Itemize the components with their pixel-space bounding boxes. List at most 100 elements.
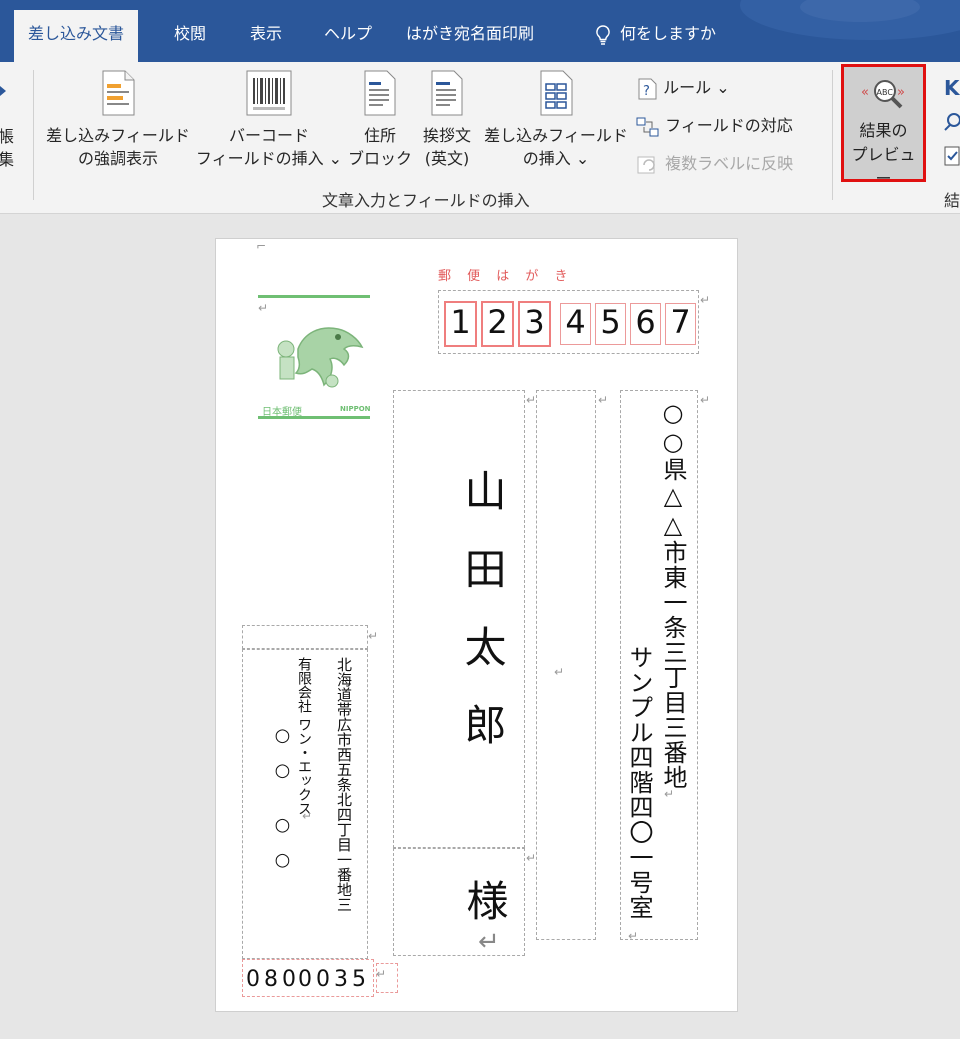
insert-field-label-2: の挿入 ⌄ — [522, 149, 590, 168]
preview-results-label-2: プレビュー — [851, 145, 916, 188]
barcode-label-1: バーコード — [228, 126, 309, 145]
greeting-label-2: (英文) — [424, 149, 470, 168]
recipient-honorific: 様 — [460, 879, 509, 921]
paragraph-mark: ↵ — [700, 293, 711, 307]
recipient-name: 山田太郎 — [458, 469, 507, 781]
tab-mailings[interactable]: 差し込み文書 — [14, 10, 139, 62]
svg-text:ABC: ABC — [876, 88, 893, 97]
check-errors-icon[interactable] — [944, 146, 960, 168]
lightbulb-icon — [596, 24, 610, 45]
svg-text:»: » — [897, 85, 905, 100]
highlight-fields-label-2: の強調表示 — [77, 149, 158, 168]
address-block-icon — [364, 70, 396, 116]
paragraph-mark: ↵ — [376, 967, 387, 981]
stamp-top-line — [258, 295, 370, 298]
paragraph-mark: ↵ — [700, 393, 711, 407]
barcode-label-2: フィールドの挿入 ⌄ — [195, 149, 343, 168]
stamp-text-nippon: NIPPON — [340, 405, 371, 413]
ribbon: 帳 集 差し込みフィールド の強調表示 バーコード フィールドの挿入 ⌄ 住所 … — [0, 62, 960, 214]
tab-view[interactable]: 表示 — [236, 12, 296, 62]
paragraph-mark: ↵ — [554, 665, 565, 679]
postcard-page: ⌐ 郵 便 は が き ↵ 日本郵便 NIPPON ↵ 1 2 3 4 5 6 … — [216, 239, 737, 1011]
tab-help[interactable]: ヘルプ — [310, 12, 386, 62]
update-labels-icon — [637, 156, 655, 173]
zip-digit: 4 — [565, 303, 586, 341]
paragraph-mark: ↵ — [526, 851, 537, 865]
svg-text:«: « — [861, 85, 869, 100]
paragraph-mark: ↵ — [258, 301, 269, 315]
tab-postcard-print[interactable]: はがき宛名面印刷 — [392, 12, 548, 62]
highlight-fields-label-1: 差し込みフィールド — [46, 126, 190, 145]
recipient-address-line2: サンプル四階四〇一号室 — [625, 645, 653, 920]
edit-recipient-label: 帳 — [0, 127, 15, 146]
barcode-field-button[interactable]: バーコード フィールドの挿入 ⌄ — [194, 70, 344, 170]
paragraph-mark: ↵ — [368, 629, 379, 643]
arrow-icon — [0, 86, 6, 96]
highlight-merge-fields-button[interactable]: 差し込みフィールド の強調表示 — [42, 70, 194, 170]
greeting-line-button[interactable]: 挨拶文 (英文) — [414, 70, 480, 170]
tab-review[interactable]: 校閲 — [160, 12, 220, 62]
zip-digit: 2 — [487, 303, 508, 341]
group-label-write-insert: 文章入力とフィールドの挿入 — [322, 191, 530, 210]
rules-button[interactable]: ? ルール ⌄ — [636, 74, 730, 100]
group-separator — [832, 70, 833, 200]
paragraph-mark: ↵ — [598, 393, 609, 407]
recipient-address-line1: ○○県△△市東一条三丁目三番地 — [659, 399, 687, 790]
paragraph-mark: ↵ — [302, 809, 313, 823]
greeting-label-1: 挨拶文 — [422, 126, 471, 145]
address-block-button[interactable]: 住所 ブロック — [348, 70, 412, 170]
zip-digit: 6 — [635, 303, 656, 341]
greeting-line-icon — [431, 70, 463, 116]
sender-zip-digit: 0 — [316, 967, 330, 992]
address-block-label-1: 住所 — [363, 126, 396, 145]
paragraph-mark: ↵ — [628, 929, 639, 943]
sender-zip-digit: 0 — [246, 967, 260, 992]
zip-digit: 3 — [524, 303, 545, 341]
sender-address: 北海道帯広市西五条北四丁目一番地三 — [335, 657, 353, 912]
match-fields-button[interactable]: フィールドの対応 — [636, 112, 793, 138]
sender-top-frame — [242, 625, 368, 649]
paragraph-mark: ↵ — [478, 927, 500, 957]
rules-label: ルール — [663, 78, 712, 97]
barcode-icon — [246, 70, 292, 116]
paragraph-mark: ↵ — [526, 393, 537, 407]
tell-me-search[interactable]: 何をしますか — [582, 12, 730, 62]
match-fields-label: フィールドの対応 — [665, 116, 793, 135]
tell-me-label: 何をしますか — [620, 24, 717, 43]
dolphin-stamp-icon — [277, 327, 364, 388]
postcard-header: 郵 便 は が き — [438, 269, 574, 284]
sender-zip-digit: 5 — [352, 967, 366, 992]
group-label-preview: 結 — [944, 191, 960, 210]
preview-results-label-1: 結果の — [859, 121, 908, 140]
edit-recipient-list-button[interactable]: 帳 集 — [0, 125, 18, 171]
zip-digit: 5 — [600, 303, 621, 341]
address-line2-frame — [536, 390, 596, 940]
next-record-icon[interactable]: K — [944, 76, 960, 100]
sender-name: ○○ ○○ — [272, 725, 293, 885]
sender-company: 有限会社 ワン・エックス — [296, 657, 312, 816]
find-recipient-icon[interactable] — [944, 112, 960, 132]
insert-field-label-1: 差し込みフィールド — [484, 126, 628, 145]
match-fields-icon — [636, 117, 659, 136]
rules-icon: ? — [638, 78, 657, 99]
tab-bar: 差し込み文書 校閲 表示 ヘルプ はがき宛名面印刷 何をしますか — [0, 0, 960, 62]
stamp-bottom-line — [258, 416, 370, 419]
sender-zip-digit: 0 — [298, 967, 312, 992]
update-labels-label: 複数ラベルに反映 — [665, 154, 794, 173]
preview-results-icon: « ABC » — [861, 80, 905, 109]
insert-merge-field-button[interactable]: 差し込みフィールド の挿入 ⌄ — [482, 70, 630, 170]
update-labels-button[interactable]: 複数ラベルに反映 — [636, 150, 793, 176]
zip-digit: 1 — [450, 303, 471, 341]
corner-mark: ⌐ — [256, 239, 267, 253]
highlight-fields-icon — [102, 70, 135, 116]
paragraph-mark: ↵ — [664, 787, 675, 801]
sender-zip-digit: 3 — [334, 967, 348, 992]
svg-text:?: ? — [643, 84, 650, 99]
preview-results-button[interactable]: « ABC » 結果の プレビュー — [841, 64, 926, 188]
edit-recipient-label: 集 — [0, 150, 15, 169]
sender-zip-digit: 8 — [264, 967, 278, 992]
group-separator — [33, 70, 34, 200]
address-block-label-2: ブロック — [348, 149, 413, 168]
zip-digit: 7 — [670, 303, 691, 341]
insert-field-icon — [540, 70, 573, 116]
